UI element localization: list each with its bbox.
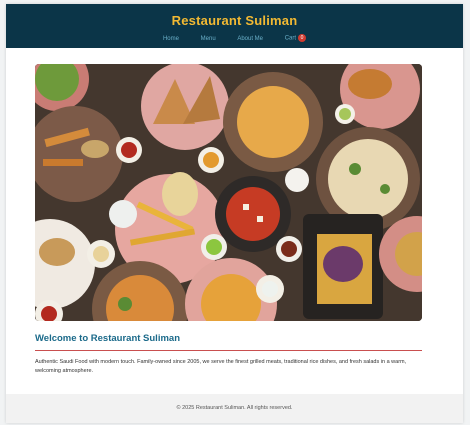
welcome-heading: Welcome to Restaurant Suliman [35,333,180,344]
site-footer: © 2025 Restaurant Suliman. All rights re… [6,394,463,423]
welcome-description: Authentic Saudi Food with modern touch. … [35,359,407,374]
site-header: Restaurant Suliman Home Menu About Me Ca… [6,4,463,48]
main-nav: Home Menu About Me Cart 0 [6,34,463,42]
nav-cart-label: Cart [284,35,297,42]
hero-food-image [35,64,422,321]
food-illustration [35,64,422,321]
copyright-text: © 2025 Restaurant Suliman. All rights re… [176,405,293,411]
cart-count-badge: 0 [298,34,307,42]
site-title: Restaurant Suliman [171,13,298,28]
nav-menu-link[interactable]: Menu [201,36,216,42]
page: Restaurant Suliman Home Menu About Me Ca… [6,4,463,423]
nav-cart-link[interactable]: Cart 0 [284,34,307,42]
section-divider [35,350,422,351]
nav-about-link[interactable]: About Me [237,36,263,42]
nav-home-link[interactable]: Home [163,36,179,42]
welcome-section: Welcome to Restaurant Suliman Authentic … [35,333,422,376]
